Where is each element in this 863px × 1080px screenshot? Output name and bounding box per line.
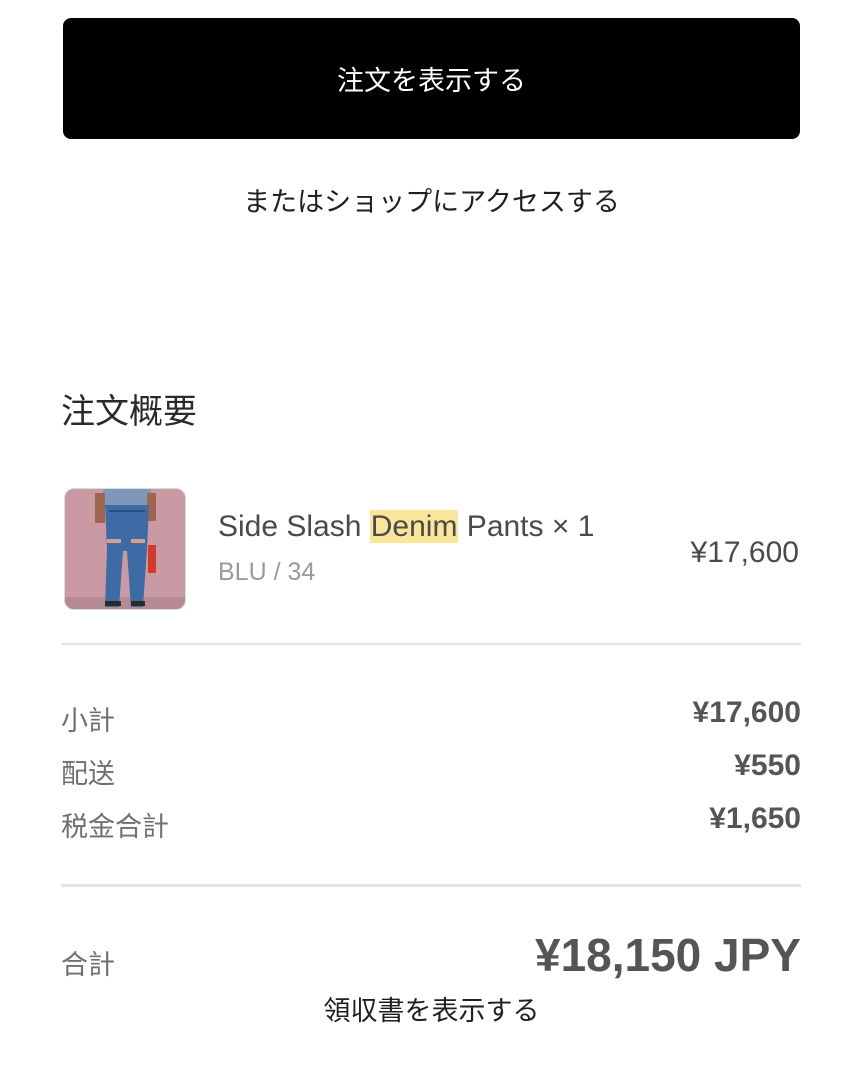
- visit-shop-link[interactable]: またはショップにアクセスする: [63, 176, 800, 222]
- tax-total-value: ¥1,650: [709, 802, 801, 835]
- order-summary-title: 注文概要: [61, 392, 197, 432]
- total-label: 合計: [61, 950, 115, 981]
- subtotal-label: 小計: [61, 706, 115, 737]
- product-thumbnail: [64, 488, 186, 610]
- tax-total-label: 税金合計: [61, 812, 169, 843]
- shipping-value: ¥550: [734, 749, 801, 782]
- shipping-label: 配送: [61, 759, 115, 790]
- subtotal-value: ¥17,600: [692, 696, 801, 729]
- product-name: Side Slash Denim Pants × 1: [218, 510, 594, 544]
- total-value: ¥18,150 JPY: [534, 929, 801, 981]
- divider: [61, 884, 801, 887]
- product-price: ¥17,600: [690, 536, 799, 569]
- divider: [61, 643, 801, 645]
- product-name-suffix: Pants × 1: [458, 510, 595, 543]
- view-order-button[interactable]: 注文を表示する: [63, 18, 800, 139]
- view-receipt-link[interactable]: 領収書を表示する: [63, 986, 800, 1030]
- product-variant: BLU / 34: [218, 558, 316, 586]
- product-name-prefix: Side Slash: [218, 510, 370, 543]
- product-name-highlight: Denim: [369, 510, 459, 543]
